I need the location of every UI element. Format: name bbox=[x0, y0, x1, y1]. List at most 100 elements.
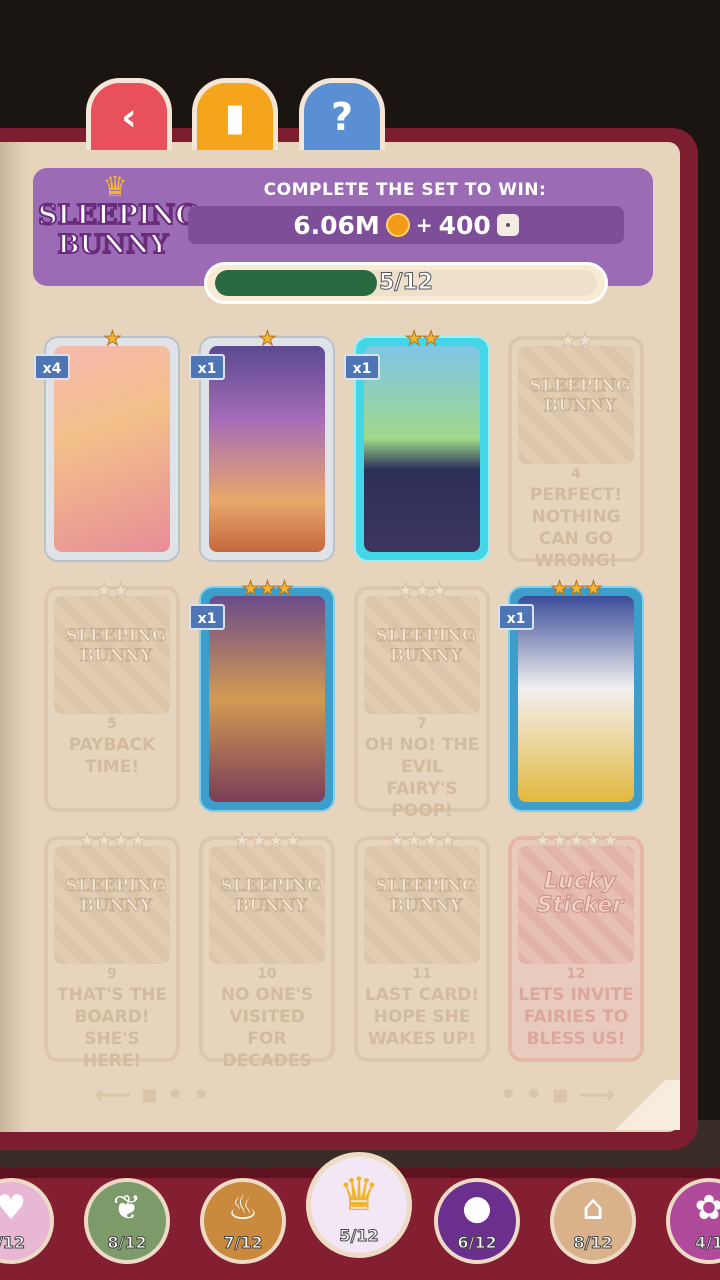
card-7[interactable]: SLEEPING BUNNY 7 OH NO! THE EVIL FAIRY'S P… bbox=[354, 578, 490, 821]
card-placeholder-art: SLEEPING BUNNY bbox=[54, 846, 170, 964]
card-4[interactable]: SLEEPING BUNNY 4 PERFECT! NOTHING CAN GO W… bbox=[508, 328, 644, 571]
star-icon: ★ bbox=[103, 326, 122, 351]
collection-progress: 5/12 bbox=[339, 1226, 379, 1246]
card-artwork bbox=[518, 596, 634, 802]
card-5[interactable]: SLEEPING BUNNY 5 PAYBACK TIME! ★★ bbox=[44, 578, 180, 812]
card-12[interactable]: Lucky Sticker 12 LETS INVITE FAIRIES TO BLE… bbox=[508, 828, 644, 1062]
card-count-badge: x1 bbox=[189, 354, 225, 380]
star-icon: ★ bbox=[601, 828, 620, 853]
card-count-badge: x4 bbox=[34, 354, 70, 380]
logo-line1: SLEEPING bbox=[37, 199, 199, 232]
star-icon: ★ bbox=[250, 828, 269, 853]
ghost-logo: SLEEPING BUNNY bbox=[529, 376, 631, 417]
star-icon: ★ bbox=[78, 828, 97, 853]
card-stars: ★★★ bbox=[358, 578, 486, 603]
star-icon: ★ bbox=[95, 578, 114, 603]
cauldron-icon: ● bbox=[462, 1188, 492, 1228]
card-stars: ★★★★ bbox=[203, 828, 331, 853]
back-arrow-icon: ‹ bbox=[121, 94, 137, 139]
card-name: PAYBACK TIME! bbox=[68, 735, 156, 777]
card-artwork bbox=[364, 346, 480, 552]
collection-lamp[interactable]: ♨ 7/12 bbox=[200, 1178, 286, 1264]
lamp-icon: ♨ bbox=[227, 1188, 259, 1228]
complete-set-text: COMPLETE THE SET TO WIN: bbox=[263, 180, 547, 200]
help-button[interactable]: ? bbox=[299, 78, 385, 150]
ghost-logo: SLEEPING BUNNY bbox=[375, 876, 477, 917]
card-placeholder-art: SLEEPING BUNNY bbox=[54, 596, 170, 714]
collection-progress: 7/12 bbox=[223, 1233, 263, 1253]
card-stars: ★ bbox=[46, 326, 178, 351]
crown-icon: ♛ bbox=[102, 170, 128, 203]
collection-bow[interactable]: ✿ 4/1 bbox=[666, 1178, 720, 1264]
star-icon: ★ bbox=[396, 578, 415, 603]
cards-icon: ▮ bbox=[224, 94, 246, 139]
card-name: THAT'S THE BOARD! SHE'S HERE! bbox=[56, 985, 168, 1071]
star-icon: ★ bbox=[112, 828, 131, 853]
card-name: OH NO! THE EVIL FAIRY'S POOP! bbox=[364, 735, 480, 821]
crown-icon: ♛ bbox=[338, 1167, 380, 1221]
star-icon: ★ bbox=[584, 576, 603, 601]
card-stars: ★★ bbox=[512, 328, 640, 353]
set-logo: ♛ SLEEPING BUNNY bbox=[37, 170, 199, 272]
basket-icon: ⌂ bbox=[582, 1188, 604, 1228]
ghost-logo: SLEEPING BUNNY bbox=[65, 876, 167, 917]
star-icon: ★ bbox=[128, 828, 147, 853]
cards-button[interactable]: ▮ bbox=[192, 78, 278, 150]
album-binding bbox=[0, 142, 28, 1132]
star-icon: ★ bbox=[584, 828, 603, 853]
card-stars: ★★★★ bbox=[48, 828, 176, 853]
card-artwork bbox=[54, 346, 170, 552]
card-name: PERFECT! NOTHING CAN GO WRONG! bbox=[529, 485, 623, 571]
collection-pig[interactable]: ♥ /12 bbox=[0, 1178, 54, 1264]
star-icon: ★ bbox=[550, 576, 569, 601]
card-number: 4 bbox=[571, 466, 581, 482]
collection-vine[interactable]: ❦ 8/12 bbox=[84, 1178, 170, 1264]
star-icon: ★ bbox=[413, 578, 432, 603]
star-icon: ★ bbox=[430, 578, 449, 603]
card-11[interactable]: SLEEPING BUNNY 11 LAST CARD! HOPE SHE WAKE… bbox=[354, 828, 490, 1062]
logo-line2: BUNNY bbox=[57, 229, 170, 261]
ghost-logo: SLEEPING BUNNY bbox=[65, 626, 167, 667]
lucky-sticker-label: Lucky Sticker bbox=[536, 869, 624, 918]
star-icon: ★ bbox=[267, 828, 286, 853]
ghost-logo: SLEEPING BUNNY bbox=[375, 626, 477, 667]
vine-icon: ❦ bbox=[112, 1188, 142, 1228]
card-artwork bbox=[209, 346, 325, 552]
card-name: NO ONE'S VISITED FOR DECADES bbox=[220, 985, 314, 1071]
bow-icon: ✿ bbox=[670, 1188, 720, 1228]
star-icon: ★ bbox=[112, 578, 131, 603]
collection-cauldron[interactable]: ● 6/12 bbox=[434, 1178, 520, 1264]
star-icon: ★ bbox=[559, 328, 578, 353]
star-icon: ★ bbox=[567, 576, 586, 601]
card-name: LAST CARD! HOPE SHE WAKES UP! bbox=[364, 985, 480, 1049]
card-number: 7 bbox=[417, 716, 427, 732]
card-number: 12 bbox=[566, 966, 586, 982]
star-icon: ★ bbox=[258, 326, 277, 351]
star-icon: ★ bbox=[241, 576, 260, 601]
card-stars: ★★★ bbox=[201, 576, 333, 601]
set-progress-bar: 5/12 bbox=[204, 262, 608, 304]
card-number: 11 bbox=[412, 966, 432, 982]
card-name: LETS INVITE FAIRIES TO BLESS US! bbox=[518, 985, 634, 1049]
coin-icon bbox=[385, 213, 410, 237]
collection-progress: 8/12 bbox=[573, 1233, 613, 1253]
card-number: 9 bbox=[107, 966, 117, 982]
prev-page-arrow[interactable]: ⟵ ▪ • • bbox=[94, 1080, 209, 1110]
card-number: 5 bbox=[107, 716, 117, 732]
star-icon: ★ bbox=[275, 576, 294, 601]
collection-crown[interactable]: ♛ 5/12 bbox=[306, 1152, 412, 1258]
card-9[interactable]: SLEEPING BUNNY 9 THAT'S THE BOARD! SHE'S H… bbox=[44, 828, 180, 1071]
next-page-arrow[interactable]: • • ▪ ⟶ bbox=[500, 1080, 615, 1110]
star-icon: ★ bbox=[576, 328, 595, 353]
card-10[interactable]: SLEEPING BUNNY 10 NO ONE'S VISITED FOR DEC… bbox=[199, 828, 335, 1071]
star-icon: ★ bbox=[233, 828, 252, 853]
reward-coins: 6.06M bbox=[293, 210, 380, 240]
card-count-badge: x1 bbox=[498, 604, 534, 630]
card-artwork bbox=[209, 596, 325, 802]
collection-basket[interactable]: ⌂ 8/12 bbox=[550, 1178, 636, 1264]
back-button[interactable]: ‹ bbox=[86, 78, 172, 150]
star-icon: ★ bbox=[283, 828, 302, 853]
star-icon: ★ bbox=[405, 326, 424, 351]
card-placeholder-art: SLEEPING BUNNY bbox=[364, 596, 480, 714]
collection-progress: 4/1 bbox=[694, 1233, 720, 1253]
